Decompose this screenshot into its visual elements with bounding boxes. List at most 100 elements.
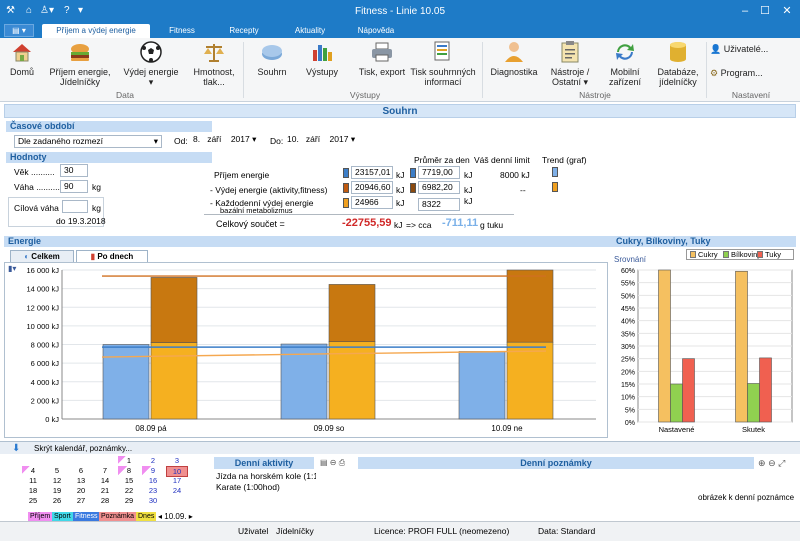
home-button[interactable]: Domů xyxy=(4,40,40,77)
maximize-button[interactable]: ☐ xyxy=(756,3,774,19)
x-tick-label: 08.09 pá xyxy=(135,424,167,433)
calendar-day[interactable]: 23 xyxy=(142,486,164,495)
bar-activity[interactable] xyxy=(150,277,198,343)
calendar-day[interactable]: 12 xyxy=(46,476,68,485)
calendar-day[interactable]: 17 xyxy=(166,476,188,485)
calendar-day[interactable]: 24 xyxy=(166,486,188,495)
y-tick-label: 45% xyxy=(621,306,635,313)
age-input[interactable]: 30 xyxy=(60,164,88,177)
diagnostics-button[interactable]: Diagnostika xyxy=(490,40,538,77)
bar-basal[interactable] xyxy=(150,342,198,420)
group-label-nastaveni: Nastavení xyxy=(731,90,771,100)
daily-activities-heading: Denní aktivity xyxy=(214,457,314,469)
legend-label-cukry: Cukry xyxy=(698,250,718,259)
pie-chart-icon: ◐ xyxy=(24,252,30,261)
print-summary-button[interactable]: Tisk souhrnných informací xyxy=(410,40,476,87)
add-note-icon[interactable]: ⊕ xyxy=(758,458,766,468)
calendar-day[interactable]: 26 xyxy=(46,496,68,505)
calendar-day[interactable]: 20 xyxy=(70,486,92,495)
bar-activity[interactable] xyxy=(506,269,554,343)
calendar-day[interactable]: 15 xyxy=(118,476,140,485)
users-button[interactable]: 👤 Uživatelé... xyxy=(710,44,798,54)
activity-item[interactable]: Karate (1:00hod) xyxy=(216,482,280,492)
minimize-button[interactable]: – xyxy=(736,3,754,19)
calendar-day[interactable]: 19 xyxy=(46,486,68,495)
activity-item[interactable]: Jízda na horském kole (1:15h xyxy=(216,471,316,481)
daily-avg: 8322 xyxy=(418,198,460,211)
bar-intake[interactable] xyxy=(458,351,506,420)
weight-input[interactable]: 90 xyxy=(60,180,88,193)
tab-po-dnech[interactable]: ▮ Po dnech xyxy=(76,250,148,262)
calendar-day[interactable]: 27 xyxy=(70,496,92,505)
bar-cukry[interactable] xyxy=(735,270,748,423)
calendar-day[interactable]: 25 xyxy=(22,496,44,505)
tab-fitness[interactable]: Fitness xyxy=(160,24,204,38)
bar-tuky[interactable] xyxy=(682,358,695,423)
macros-heading: Cukry, Bílkoviny, Tuky xyxy=(612,236,796,247)
calendar-day[interactable]: 9 xyxy=(142,466,164,475)
print-export-button[interactable]: Tisk, export xyxy=(356,40,408,77)
expand-icon[interactable]: ⤢ xyxy=(778,458,785,468)
tab-napoveda[interactable]: Nápověda xyxy=(352,24,400,38)
expenditure-button[interactable]: Výdej energie ▾ xyxy=(120,40,182,87)
date-navigator[interactable]: ◂ 10.09. ▸ xyxy=(158,512,193,521)
period-select[interactable]: Dle zadaného rozmezí ▾ xyxy=(14,135,162,148)
outputs-button[interactable]: Výstupy xyxy=(302,40,342,77)
bar-bílkoviny[interactable] xyxy=(670,383,683,423)
file-menu-button[interactable]: ▤ ▾ xyxy=(4,24,34,37)
calendar-day[interactable]: 18 xyxy=(22,486,44,495)
tab-celkem[interactable]: ◐ Celkem xyxy=(10,250,74,262)
bar-cukry[interactable] xyxy=(658,269,671,423)
close-button[interactable]: ✕ xyxy=(778,3,796,19)
calendar-day[interactable]: 11 xyxy=(22,476,44,485)
mobile-devices-button[interactable]: Mobilní zařízení xyxy=(602,40,648,87)
calendar-day[interactable]: 30 xyxy=(142,496,164,505)
weight-button[interactable]: Hmotnost, tlak... xyxy=(190,40,238,87)
bar-intake[interactable] xyxy=(280,343,328,420)
tab-recepty[interactable]: Recepty xyxy=(222,24,266,38)
calendar-day[interactable]: 13 xyxy=(70,476,92,485)
y-tick-label: 30% xyxy=(621,344,635,351)
bar-basal[interactable] xyxy=(506,341,554,420)
age-label: Věk .......... xyxy=(14,167,55,177)
calendar-day[interactable]: 4 xyxy=(22,466,44,475)
bar-intake[interactable] xyxy=(102,344,150,420)
calendar-day[interactable]: 3 xyxy=(166,456,188,465)
y-tick-label: 55% xyxy=(621,281,635,288)
calendar-day[interactable]: 5 xyxy=(46,466,68,475)
database-button[interactable]: Databáze, jídelníčky xyxy=(652,40,704,87)
calendar-day[interactable]: 8 xyxy=(118,466,140,475)
x-tick-label: 10.09 ne xyxy=(491,424,523,433)
print-note-icon[interactable]: ⎙ xyxy=(339,458,345,467)
bar-tuky[interactable] xyxy=(759,357,772,423)
total-label: Celkový součet = xyxy=(216,219,285,229)
tab-prijem-vydej[interactable]: Příjem a výdej energie xyxy=(42,24,150,38)
calendar-day[interactable]: 29 xyxy=(118,496,140,505)
remove-note-icon[interactable]: ⊖ xyxy=(330,458,337,467)
bar-activity[interactable] xyxy=(328,284,376,343)
from-date-picker[interactable]: 8. září 2017 ▾ xyxy=(190,134,268,147)
program-settings-button[interactable]: ⚙ Program... xyxy=(710,68,798,78)
calendar-day[interactable]: 6 xyxy=(70,466,92,475)
clipboard-icon xyxy=(561,41,579,63)
tab-aktuality[interactable]: Aktuality xyxy=(286,24,334,38)
edit-note-icon[interactable]: ▤ xyxy=(320,458,328,467)
calendar-day[interactable]: 28 xyxy=(94,496,116,505)
intake-label: Příjem energie xyxy=(214,170,270,180)
target-weight-input[interactable] xyxy=(62,200,88,213)
calendar-day[interactable]: 7 xyxy=(94,466,116,475)
calendar-day[interactable]: 21 xyxy=(94,486,116,495)
tools-button[interactable]: Nástroje / Ostatní ▾ xyxy=(544,40,596,87)
to-date-picker[interactable]: 10. září 2017 ▾ xyxy=(284,134,364,147)
calendar-day[interactable]: 2 xyxy=(142,456,164,465)
calendar-day[interactable]: 14 xyxy=(94,476,116,485)
calendar-day[interactable]: 16 xyxy=(142,476,164,485)
intake-button[interactable]: Příjem energie, Jídelníčky xyxy=(44,40,116,87)
summary-button[interactable]: Souhrn xyxy=(252,40,292,77)
calendar-toggle-bar[interactable]: ⬇ Skrýt kalendář, poznámky... xyxy=(0,441,800,454)
doctor-icon xyxy=(505,42,523,62)
bar-bílkoviny[interactable] xyxy=(747,383,760,423)
delete-note-icon[interactable]: ⊖ xyxy=(768,458,776,468)
calendar-day[interactable]: 22 xyxy=(118,486,140,495)
calendar-day[interactable]: 1 xyxy=(118,456,140,465)
